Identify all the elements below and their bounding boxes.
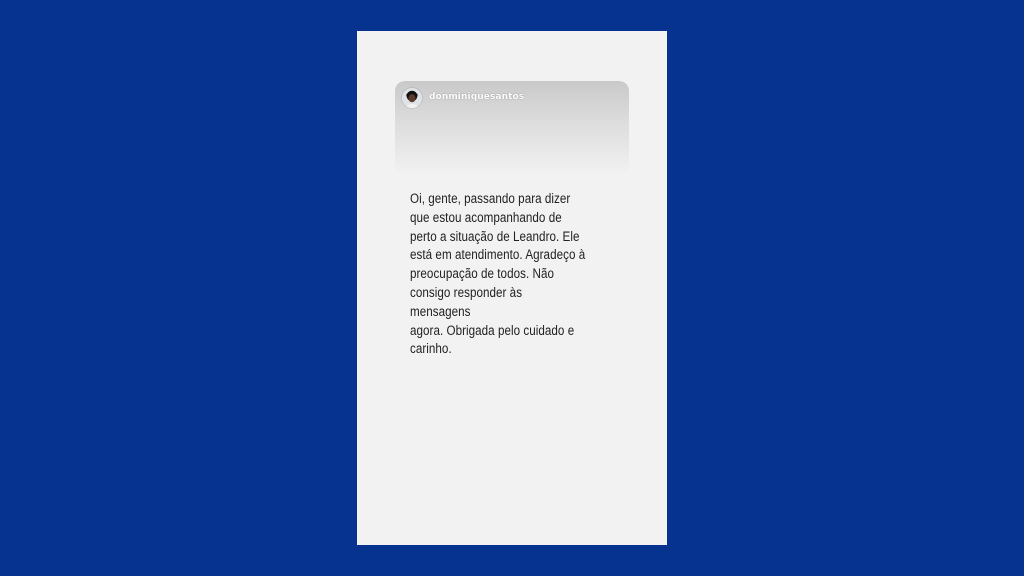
message-line: que estou acompanhando de <box>410 209 562 226</box>
profile-username[interactable]: donminiquesantos <box>429 92 524 103</box>
message-line: agora. Obrigada pelo cuidado e <box>410 322 575 339</box>
story-header: donminiquesantos <box>395 81 629 175</box>
message-line: consigo responder às mensagens <box>410 284 523 320</box>
message-line: Oi, gente, passando para dizer <box>410 191 571 207</box>
story-message: Oi, gente, passando para dizer que estou… <box>410 190 585 359</box>
story-card: donminiquesantos Oi, gente, passando par… <box>357 31 667 545</box>
message-line: carinho. <box>410 341 452 358</box>
profile-avatar-icon[interactable] <box>402 88 422 108</box>
message-line: perto a situação de Leandro. Ele <box>410 228 580 245</box>
message-line: está em atendimento. Agradeço à <box>410 247 586 264</box>
message-line: preocupação de todos. Não <box>410 266 554 283</box>
